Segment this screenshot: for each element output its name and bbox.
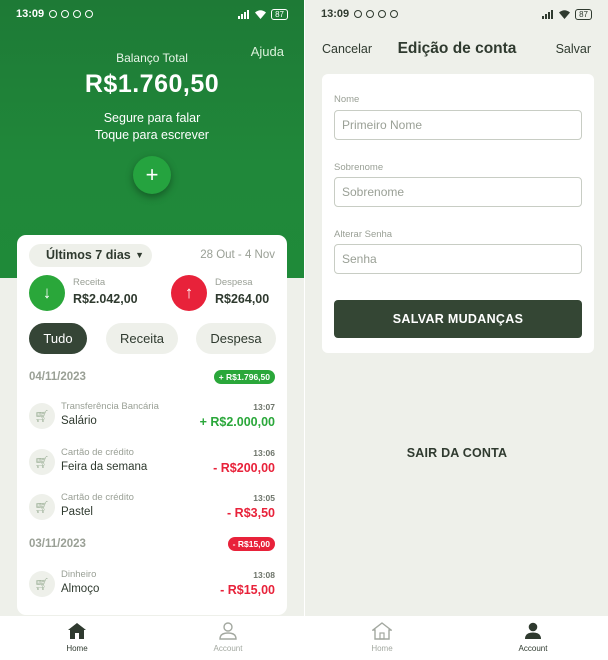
transaction-row[interactable]: 🛒︎ Cartão de crédito Feira da semana 13:… [29, 445, 275, 481]
nav-account-label: Account [518, 644, 548, 653]
home-screen: Ajuda Balanço Total R$1.760,50 Segure pa… [0, 0, 304, 660]
transaction-category: Dinheiro [61, 569, 97, 580]
nav-account-label: Account [213, 644, 243, 653]
signal-icon [542, 9, 554, 19]
expense-value: R$264,00 [215, 292, 270, 306]
password-label: Alterar Senha [334, 229, 393, 240]
vibrate-icon [366, 10, 375, 18]
transaction-time: 13:08 [253, 570, 275, 580]
alarm-icon [378, 10, 387, 18]
transaction-amount: - R$200,00 [213, 461, 275, 475]
bottom-navigation: Home Account [305, 616, 608, 660]
day-date: 03/11/2023 [29, 538, 86, 550]
period-label: Últimos 7 dias [46, 248, 131, 262]
instagram-icon [85, 10, 94, 18]
transaction-time: 13:07 [253, 402, 275, 412]
alarm-icon [73, 10, 82, 18]
account-form: Nome Sobrenome Alterar Senha SALVAR MUDA… [322, 74, 594, 353]
home-icon [342, 620, 422, 642]
save-button[interactable]: Salvar [556, 42, 591, 56]
filter-income-tab[interactable]: Receita [106, 323, 178, 354]
nav-account[interactable]: Account [493, 620, 573, 653]
status-time: 13:09 [321, 8, 350, 20]
first-name-label: Nome [334, 94, 360, 105]
cart-icon: 🛒︎ [29, 403, 55, 429]
expense-label: Despesa [215, 277, 253, 288]
chevron-down-icon: ▼ [135, 250, 144, 260]
transaction-name: Salário [61, 415, 97, 427]
voice-hint-hold: Segure para falar [103, 111, 201, 125]
status-time: 13:09 [16, 8, 45, 20]
transaction-amount: - R$3,50 [227, 506, 275, 520]
day-header: 03/11/2023 - R$15,00 [29, 537, 275, 553]
cancel-button[interactable]: Cancelar [322, 42, 372, 56]
balance-label: Balanço Total [116, 51, 188, 65]
status-bar: 13:09 87 [305, 0, 608, 28]
transaction-category: Cartão de crédito [61, 447, 134, 458]
nav-account[interactable]: Account [188, 620, 268, 653]
income-value: R$2.042,00 [73, 292, 138, 306]
arrow-down-icon: ↓ [29, 275, 65, 311]
transaction-name: Pastel [61, 506, 93, 518]
wifi-icon [559, 9, 571, 19]
nav-home-label: Home [371, 644, 393, 653]
date-range: 28 Out - 4 Nov [200, 249, 275, 261]
voice-hint-tap: Toque para escrever [95, 128, 209, 142]
income-label: Receita [73, 277, 106, 288]
transaction-name: Feira da semana [61, 461, 148, 473]
account-edit-screen: 13:09 87 Edição de conta Cancelar Salvar… [304, 0, 608, 660]
transaction-row[interactable]: 🛒︎ Transferência Bancária Salário 13:07 … [29, 399, 275, 435]
bottom-navigation: Home Account [0, 616, 304, 660]
cart-icon: 🛒︎ [29, 449, 55, 475]
vibrate-icon [61, 10, 70, 18]
balance-value: R$1.760,50 [84, 70, 220, 98]
day-total-badge: - R$15,00 [227, 537, 275, 551]
signal-icon [238, 9, 250, 19]
filter-all-tab[interactable]: Tudo [29, 323, 87, 354]
day-date: 04/11/2023 [29, 371, 86, 383]
instagram-icon [390, 10, 399, 18]
filter-expense-tab[interactable]: Despesa [196, 323, 276, 354]
transaction-category: Cartão de crédito [61, 492, 134, 503]
transaction-time: 13:06 [253, 448, 275, 458]
period-selector[interactable]: Últimos 7 dias ▼ [29, 244, 152, 267]
user-icon [493, 620, 573, 642]
transaction-row[interactable]: 🛒︎ Cartão de crédito Pastel 13:05 - R$3,… [29, 490, 275, 526]
nav-home[interactable]: Home [342, 620, 422, 653]
arrow-up-icon: ↑ [171, 275, 207, 311]
cart-icon: 🛒︎ [29, 571, 55, 597]
logout-button[interactable]: SAIR DA CONTA [305, 446, 608, 460]
status-bar: 13:09 87 [0, 0, 304, 28]
save-changes-button[interactable]: SALVAR MUDANÇAS [334, 300, 582, 338]
moon-icon [49, 10, 58, 18]
transaction-amount: - R$15,00 [220, 583, 275, 597]
battery-icon: 87 [271, 8, 288, 20]
edit-header: Edição de conta Cancelar Salvar [305, 38, 608, 62]
day-total-badge: + R$1.796,50 [213, 370, 275, 384]
battery-icon: 87 [575, 8, 592, 20]
day-header: 04/11/2023 + R$1.796,50 [29, 370, 275, 386]
home-icon [37, 620, 117, 642]
transaction-category: Transferência Bancária [61, 401, 159, 412]
status-notification-icons [49, 10, 94, 18]
summary-card: Últimos 7 dias ▼ 28 Out - 4 Nov ↓ Receit… [17, 235, 287, 615]
transaction-time: 13:05 [253, 493, 275, 503]
nav-home[interactable]: Home [37, 620, 117, 653]
moon-icon [354, 10, 363, 18]
voice-hint: Segure para falar Toque para escrever [0, 110, 304, 144]
transaction-row[interactable]: 🛒︎ Dinheiro Almoço 13:08 - R$15,00 [29, 567, 275, 603]
add-transaction-button[interactable]: + [133, 156, 171, 194]
cart-icon: 🛒︎ [29, 494, 55, 520]
status-notification-icons [354, 10, 399, 18]
wifi-icon [255, 9, 267, 19]
last-name-field[interactable] [334, 177, 582, 207]
transaction-amount: + R$2.000,00 [199, 415, 275, 429]
user-icon [188, 620, 268, 642]
transaction-name: Almoço [61, 583, 100, 595]
nav-home-label: Home [66, 644, 88, 653]
plus-icon: + [145, 162, 159, 187]
password-field[interactable] [334, 244, 582, 274]
first-name-field[interactable] [334, 110, 582, 140]
last-name-label: Sobrenome [334, 162, 384, 173]
